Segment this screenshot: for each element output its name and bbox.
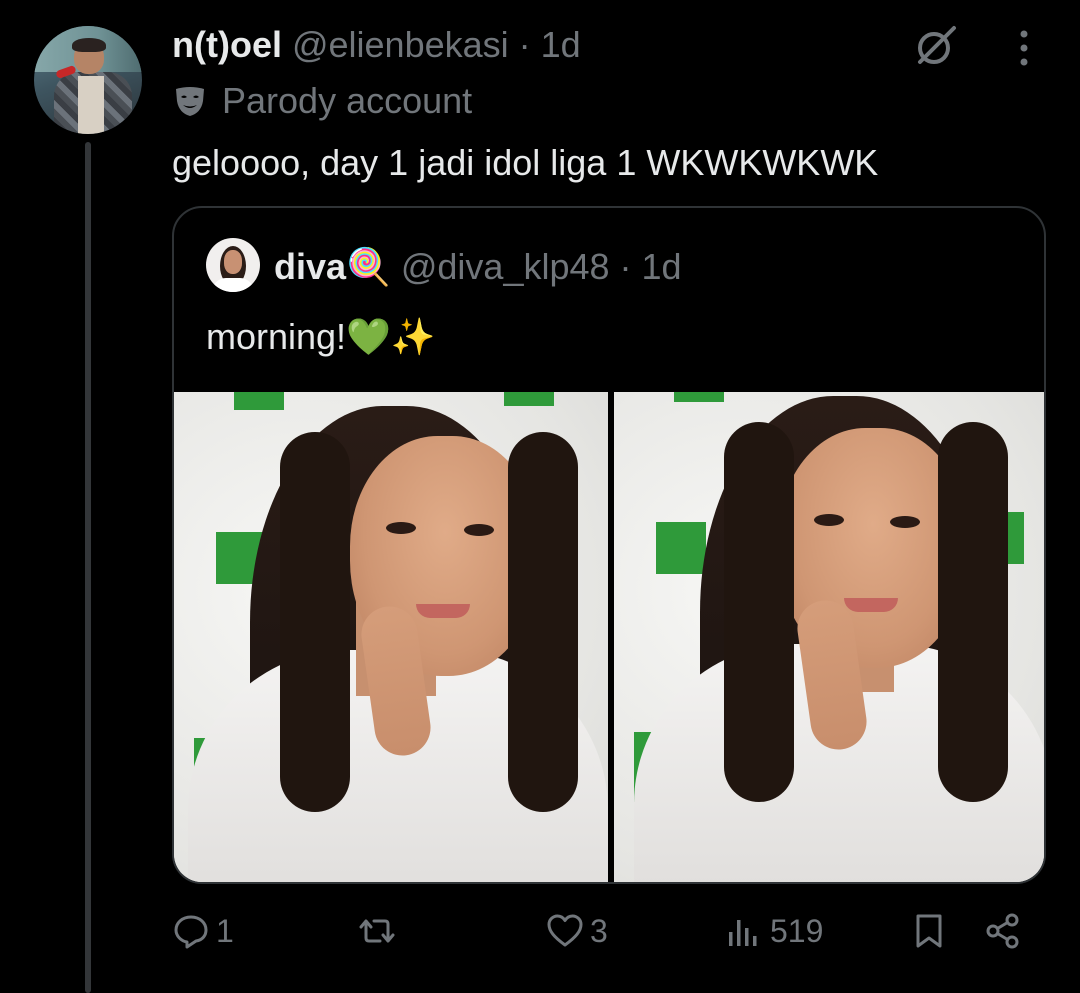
parody-label-text: Parody account bbox=[222, 80, 473, 121]
author-avatar[interactable] bbox=[34, 26, 142, 134]
media-grid bbox=[174, 392, 1044, 882]
eye bbox=[464, 524, 494, 536]
tweet[interactable]: n(t)oel @elienbekasi · 1d Parody account… bbox=[0, 0, 1080, 993]
post-header: n(t)oel @elienbekasi · 1d bbox=[172, 24, 581, 66]
hair bbox=[938, 422, 1008, 802]
quoted-post-header: diva🍭 @diva_klp48 · 1d bbox=[274, 246, 682, 288]
hair bbox=[280, 432, 350, 812]
bookmark-icon bbox=[916, 914, 942, 948]
view-count: 519 bbox=[770, 912, 824, 949]
mouth bbox=[416, 604, 470, 618]
post-text: geloooo, day 1 jadi idol liga 1 WKWKWKWK bbox=[172, 142, 879, 183]
avatar-hair bbox=[72, 38, 106, 52]
author-handle[interactable]: @elienbekasi bbox=[292, 24, 509, 66]
mouth bbox=[844, 598, 898, 612]
parody-mask-icon bbox=[176, 87, 204, 116]
grok-icon[interactable] bbox=[912, 22, 960, 70]
eye bbox=[814, 514, 844, 526]
like-count: 3 bbox=[590, 912, 608, 949]
repost-button[interactable] bbox=[358, 912, 402, 950]
action-bar: 1 3 519 bbox=[172, 904, 1046, 964]
post-timestamp[interactable]: 1d bbox=[541, 24, 581, 66]
like-icon bbox=[547, 914, 583, 947]
backdrop-logo bbox=[674, 392, 724, 402]
quoted-post-text: morning!💚✨ bbox=[206, 316, 436, 357]
share-button[interactable] bbox=[984, 912, 1022, 950]
author-display-name[interactable]: n(t)oel bbox=[172, 24, 282, 66]
media-photo-1[interactable] bbox=[174, 392, 608, 882]
separator: · bbox=[619, 246, 632, 287]
hair bbox=[508, 432, 578, 812]
hair bbox=[724, 422, 794, 802]
quoted-author-avatar[interactable] bbox=[206, 238, 260, 292]
quoted-post-timestamp[interactable]: 1d bbox=[642, 246, 682, 288]
views-button[interactable]: 519 bbox=[726, 912, 823, 950]
backdrop-logo bbox=[234, 392, 284, 410]
quoted-avatar-face bbox=[224, 250, 242, 274]
reply-button[interactable]: 1 bbox=[172, 912, 234, 950]
backdrop-logo bbox=[504, 392, 554, 406]
eye bbox=[386, 522, 416, 534]
more-icon[interactable] bbox=[1006, 28, 1042, 68]
quoted-author-display-name[interactable]: diva🍭 bbox=[274, 246, 391, 288]
repost-icon bbox=[359, 919, 395, 943]
parody-label: Parody account bbox=[172, 80, 472, 122]
like-button[interactable]: 3 bbox=[546, 912, 608, 950]
eye bbox=[890, 516, 920, 528]
avatar-shirt bbox=[78, 76, 104, 134]
views-icon bbox=[729, 920, 757, 946]
backdrop-logo bbox=[656, 522, 706, 574]
reply-icon bbox=[174, 915, 208, 949]
bookmark-button[interactable] bbox=[910, 912, 948, 950]
share-icon bbox=[986, 913, 1019, 949]
thread-line bbox=[85, 142, 91, 993]
media-photo-2[interactable] bbox=[614, 392, 1044, 882]
quoted-author-handle[interactable]: @diva_klp48 bbox=[401, 246, 610, 288]
quoted-avatar-shirt bbox=[212, 278, 254, 292]
quoted-post[interactable]: diva🍭 @diva_klp48 · 1d morning!💚✨ bbox=[172, 206, 1046, 884]
separator: · bbox=[518, 24, 531, 65]
reply-count: 1 bbox=[216, 912, 234, 949]
